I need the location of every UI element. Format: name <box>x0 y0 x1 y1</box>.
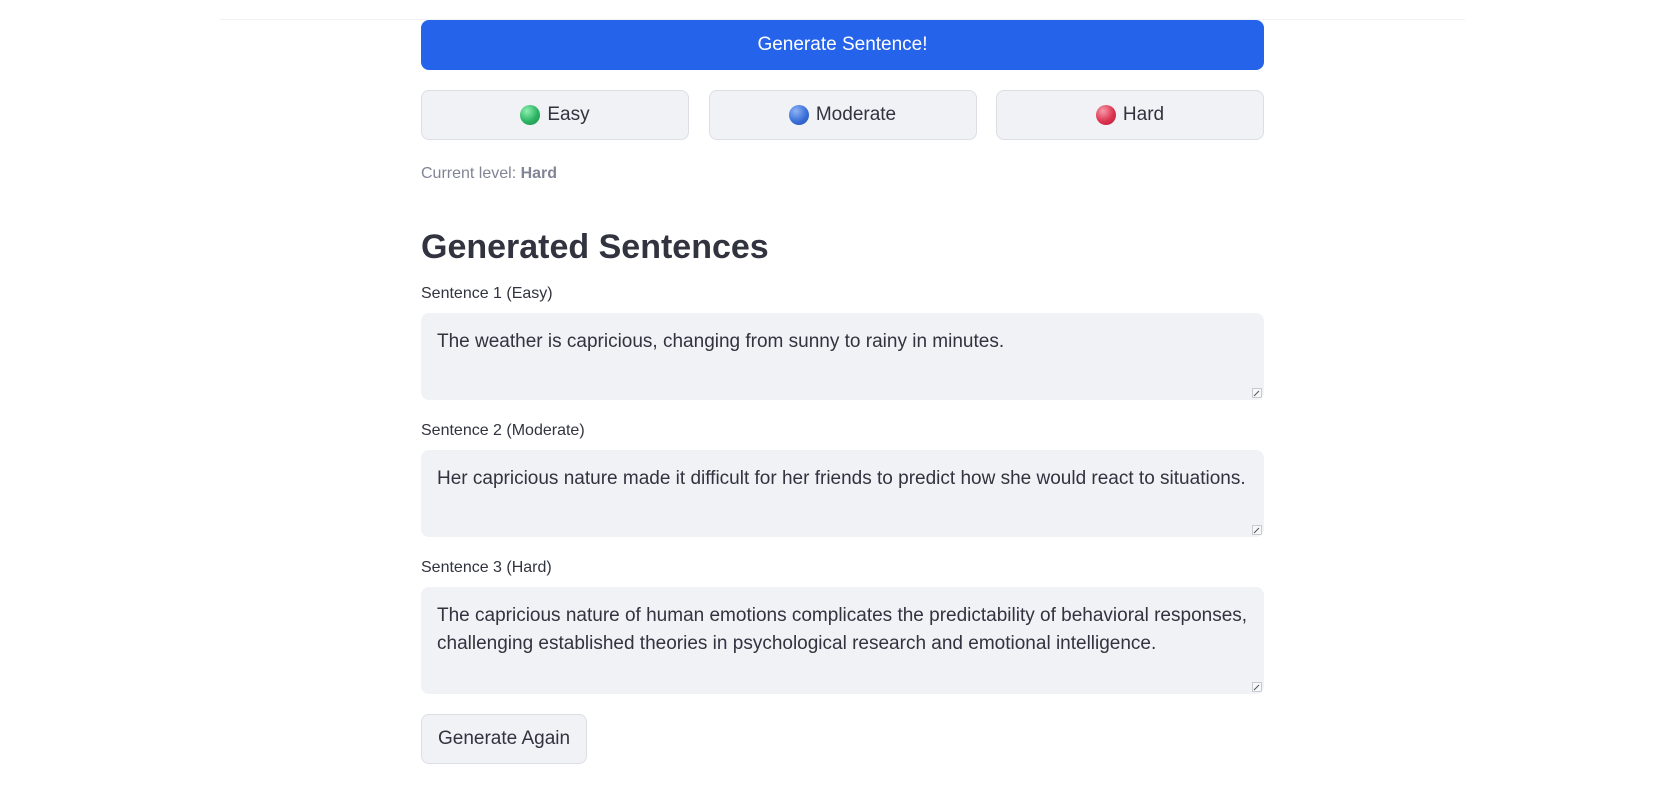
current-level-value: Hard <box>520 165 558 182</box>
section-title: Generated Sentences <box>421 228 769 266</box>
easy-level-button[interactable]: Easy <box>421 90 689 140</box>
hard-level-label: Hard <box>1122 104 1165 125</box>
generate-sentence-button[interactable]: Generate Sentence! <box>421 20 1264 70</box>
resize-handle-icon[interactable] <box>1252 525 1262 535</box>
sentence-1-textarea[interactable]: The weather is capricious, changing from… <box>421 313 1264 400</box>
hard-level-button[interactable]: Hard <box>996 90 1264 140</box>
current-level-text: Current level: Hard <box>421 165 1264 187</box>
sentence-2-label: Sentence 2 (Moderate) <box>421 422 585 439</box>
red-circle-icon <box>1095 105 1116 125</box>
sentence-3-textarea[interactable]: The capricious nature of human emotions … <box>421 587 1264 694</box>
sentence-1-text: The weather is capricious, changing from… <box>437 331 1005 352</box>
sentence-1-label: Sentence 1 (Easy) <box>421 285 553 302</box>
moderate-level-button[interactable]: Moderate <box>708 90 977 140</box>
resize-handle-icon[interactable] <box>1252 388 1262 398</box>
sentence-3-text: The capricious nature of human emotions … <box>437 605 1248 654</box>
generate-again-button[interactable]: Generate Again <box>421 714 588 764</box>
moderate-level-label: Moderate <box>815 104 897 125</box>
current-level-prefix: Current level: <box>421 165 521 182</box>
easy-level-label: Easy <box>547 104 590 125</box>
blue-circle-icon <box>788 105 809 125</box>
main-content: Generate Sentence! Easy Moderate Hard Cu… <box>421 20 1264 764</box>
green-circle-icon <box>520 105 541 125</box>
resize-handle-icon[interactable] <box>1252 682 1262 692</box>
sentence-3-label: Sentence 3 (Hard) <box>421 559 552 576</box>
level-selector: Easy Moderate Hard <box>421 90 1264 140</box>
sentence-2-textarea[interactable]: Her capricious nature made it difficult … <box>421 450 1264 537</box>
sentence-2-text: Her capricious nature made it difficult … <box>437 468 1246 489</box>
